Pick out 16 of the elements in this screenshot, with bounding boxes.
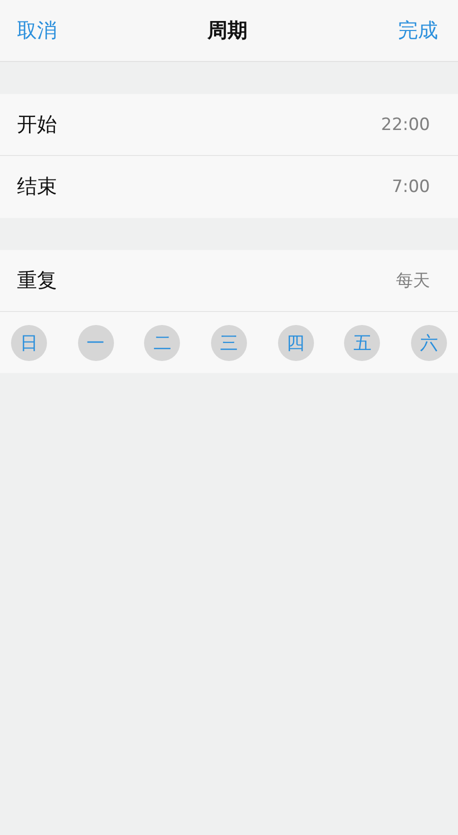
weekday-toggle[interactable]: 一	[78, 324, 114, 360]
weekday-toggle[interactable]: 日	[11, 324, 47, 360]
done-button[interactable]: 完成	[398, 17, 438, 44]
time-value[interactable]: 22:00	[381, 114, 430, 134]
time-value[interactable]: 7:00	[392, 176, 430, 196]
weekday-toggle[interactable]: 六	[410, 324, 447, 360]
weekday-toggle[interactable]: 二	[144, 324, 180, 360]
cancel-button[interactable]: 取消	[17, 17, 57, 44]
row-label: 重复	[17, 267, 57, 294]
weekday-toggle[interactable]: 三	[210, 324, 247, 360]
row-label: 开始	[17, 111, 57, 138]
weekday-toggle[interactable]: 四	[278, 324, 314, 360]
repeat-value[interactable]: 每天	[396, 269, 430, 292]
row-label: 结束	[17, 173, 57, 200]
page-title: 周期	[208, 17, 248, 44]
weekday-toggle[interactable]: 五	[344, 324, 380, 360]
